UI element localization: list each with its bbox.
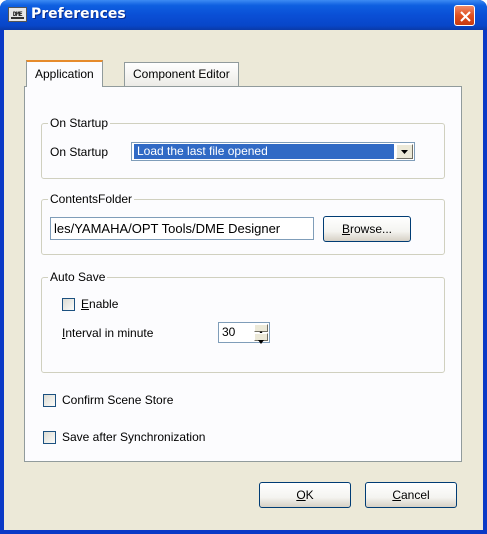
interval-label: Interval in minute xyxy=(62,326,153,340)
enable-mnemonic: E xyxy=(81,297,90,311)
save-after-sync-label[interactable]: Save after Synchronization xyxy=(62,430,205,444)
ok-button[interactable]: OK xyxy=(259,482,351,508)
cancel-button[interactable]: Cancel xyxy=(365,482,457,508)
preferences-dialog: DME Preferences Application Component Ed… xyxy=(0,0,487,534)
auto-save-group: Auto Save Enable Interval in minute 30 xyxy=(41,270,445,373)
spin-down-button[interactable] xyxy=(254,333,268,344)
interval-value: 30 xyxy=(222,325,236,339)
dropdown-button[interactable] xyxy=(396,144,413,159)
on-startup-select[interactable]: Load the last file opened xyxy=(131,142,415,161)
ok-mnemonic: O xyxy=(296,488,306,502)
on-startup-selected-value: Load the last file opened xyxy=(134,144,394,159)
interval-spin-buttons xyxy=(254,324,268,344)
ok-label: K xyxy=(305,488,314,502)
contents-folder-path-input[interactable]: les/YAMAHA/OPT Tools/DME Designer xyxy=(50,217,314,240)
cancel-label: ancel xyxy=(400,488,430,502)
title-bar[interactable]: DME Preferences xyxy=(0,0,487,30)
on-startup-group: On Startup On Startup Load the last file… xyxy=(41,116,445,179)
tab-component-editor[interactable]: Component Editor xyxy=(124,62,239,86)
dropdown-arrow-icon xyxy=(401,150,408,154)
contents-folder-group: ContentsFolder les/YAMAHA/OPT Tools/DME … xyxy=(41,192,445,255)
browse-mnemonic: B xyxy=(341,222,350,236)
window-title: Preferences xyxy=(31,6,126,22)
confirm-scene-store-label[interactable]: Confirm Scene Store xyxy=(62,393,173,407)
browse-button[interactable]: Browse... xyxy=(323,216,411,242)
enable-checkbox[interactable] xyxy=(62,298,75,311)
enable-label-text: nable xyxy=(89,297,119,311)
on-startup-group-label: On Startup xyxy=(48,116,111,130)
close-button[interactable] xyxy=(454,5,475,26)
interval-spin-input[interactable]: 30 xyxy=(218,322,270,344)
cancel-mnemonic: C xyxy=(392,488,401,502)
confirm-scene-store-checkbox[interactable] xyxy=(43,394,56,407)
tab-application[interactable]: Application xyxy=(26,60,103,87)
spin-down-icon xyxy=(258,340,264,344)
auto-save-group-label: Auto Save xyxy=(48,270,108,284)
enable-label[interactable]: Enable xyxy=(81,297,118,311)
close-icon xyxy=(460,11,471,22)
save-after-sync-checkbox[interactable] xyxy=(43,431,56,444)
app-icon: DME xyxy=(8,7,27,22)
on-startup-field-label: On Startup xyxy=(50,145,109,159)
contents-folder-group-label: ContentsFolder xyxy=(48,192,135,206)
spin-up-button[interactable] xyxy=(254,324,268,335)
dialog-client-area: Application Component Editor On Startup … xyxy=(4,30,483,530)
tab-panel-application: On Startup On Startup Load the last file… xyxy=(24,86,462,462)
browse-label: rowse... xyxy=(350,222,393,236)
interval-label-text: nterval in minute xyxy=(65,326,154,340)
